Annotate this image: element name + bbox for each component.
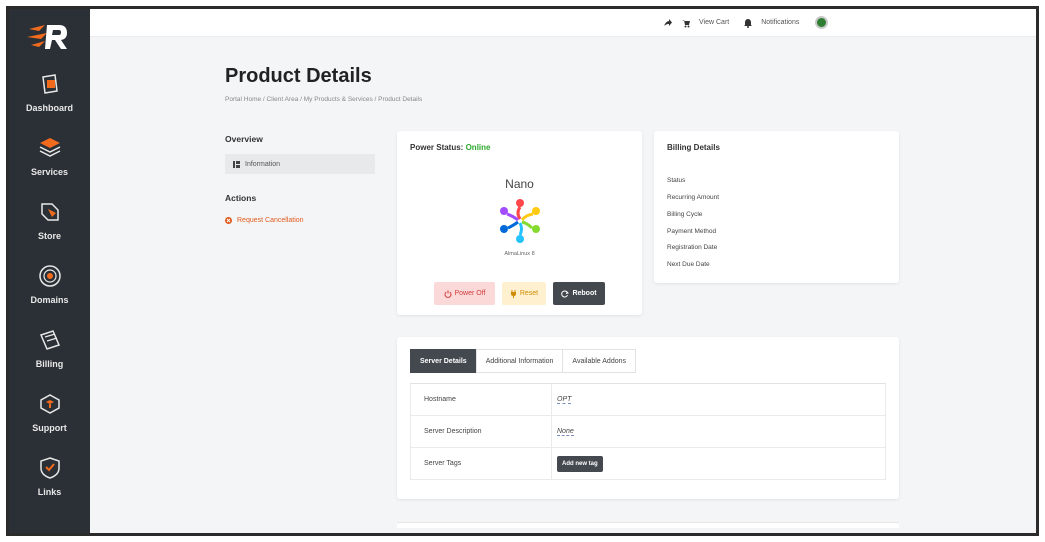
brand-logo[interactable] [25, 17, 73, 57]
links-icon [39, 457, 60, 479]
notifications-link[interactable]: Notifications [761, 19, 799, 26]
billing-row-label: Next Due Date [667, 261, 710, 268]
column-divider [551, 416, 552, 447]
power-status-value: Online [465, 143, 491, 152]
sidebar: Dashboard Services Store Domains Billing… [9, 9, 90, 533]
sidebar-item-label: Dashboard [25, 103, 73, 113]
table-row: Hostname OPT [410, 384, 886, 416]
cart-icon [682, 19, 690, 27]
sidebar-item-support[interactable]: Support [9, 391, 90, 433]
server-description-value[interactable]: None [557, 428, 574, 436]
tab-server-details[interactable]: Server Details [410, 349, 477, 373]
sidebar-item-label: Links [37, 487, 62, 497]
sidebar-item-dashboard[interactable]: Dashboard [9, 71, 90, 113]
sidebar-item-label: Store [37, 231, 61, 241]
server-tags-label: Server Tags [424, 460, 462, 467]
support-icon [39, 394, 60, 414]
sidebar-item-domains[interactable]: Domains [9, 263, 90, 305]
sidebar-item-billing[interactable]: Billing [9, 327, 90, 369]
column-divider [551, 384, 552, 415]
column-divider [551, 448, 552, 479]
reset-button[interactable]: Reset [502, 282, 546, 305]
sidebar-item-label: Domains [30, 295, 69, 305]
services-icon [39, 138, 60, 157]
almalinux-logo-icon [500, 199, 540, 243]
server-description-label: Server Description [424, 428, 482, 435]
top-bar: View Cart Notifications [90, 9, 1036, 37]
billing-row-label: Status [667, 177, 686, 184]
billing-row-label: Recurring Amount [667, 194, 720, 201]
sidebar-item-label: Billing [35, 359, 64, 369]
information-label: Information [245, 160, 281, 168]
sidebar-item-label: Support [32, 423, 67, 433]
next-card-edge [397, 522, 899, 528]
cancel-icon [225, 217, 232, 224]
overview-heading: Overview [225, 134, 263, 144]
reset-label: Reset [519, 290, 539, 297]
domains-icon [38, 265, 61, 287]
main-content: Product Details Portal Home / Client Are… [90, 37, 1036, 533]
power-status-label: Power Status: [410, 143, 464, 152]
bell-icon [744, 18, 753, 28]
plug-icon [510, 289, 516, 298]
view-cart-link[interactable]: View Cart [699, 19, 729, 26]
sidebar-item-links[interactable]: Links [9, 455, 90, 497]
server-details-card: Server Details Additional Information Av… [397, 337, 899, 499]
sidebar-item-store[interactable]: Store [9, 199, 90, 241]
tab-available-addons[interactable]: Available Addons [562, 349, 637, 373]
billing-row-label: Payment Method [667, 228, 717, 235]
plan-name: Nano [505, 177, 534, 191]
table-row: Server Description None [410, 416, 886, 448]
request-cancellation-label: Request Cancellation [237, 217, 304, 224]
tab-additional-information[interactable]: Additional Information [475, 349, 564, 373]
app-window: Dashboard Services Store Domains Billing… [6, 6, 1039, 536]
avatar[interactable] [815, 16, 829, 29]
hostname-label: Hostname [424, 396, 456, 403]
request-cancellation-link[interactable]: Request Cancellation [225, 217, 304, 224]
billing-row-label: Registration Date [667, 244, 718, 251]
os-name: AlmaLinux 8 [504, 251, 535, 257]
page-title: Product Details [225, 65, 372, 87]
sidebar-item-label: Services [30, 167, 69, 177]
top-bar-links: View Cart Notifications [663, 16, 829, 29]
details-tabs: Server Details Additional Information Av… [410, 349, 637, 373]
table-row: Server Tags Add new tag [410, 448, 886, 480]
dashboard-icon [41, 74, 58, 94]
billing-icon [39, 330, 60, 350]
power-off-label: Power Off [454, 290, 486, 297]
server-details-table: Hostname OPT Server Description None Ser… [410, 383, 886, 480]
store-icon [40, 203, 59, 221]
billing-title: Billing Details [667, 143, 720, 152]
power-status: Power Status: Online [410, 143, 490, 152]
hostname-value[interactable]: OPT [557, 396, 572, 404]
actions-heading: Actions [225, 193, 257, 203]
breadcrumb[interactable]: Portal Home / Client Area / My Products … [225, 96, 422, 103]
billing-details-card: Billing Details Status Recurring Amount … [654, 131, 899, 283]
reboot-button[interactable]: Reboot [553, 282, 605, 305]
info-list-icon [233, 160, 240, 168]
power-off-button[interactable]: Power Off [434, 282, 495, 305]
share-icon[interactable] [663, 18, 673, 28]
billing-row-label: Billing Cycle [667, 211, 703, 218]
refresh-icon [561, 290, 570, 297]
power-icon [444, 290, 451, 298]
reboot-label: Reboot [572, 290, 597, 297]
information-link[interactable]: Information [225, 154, 375, 174]
add-new-tag-button[interactable]: Add new tag [557, 456, 603, 472]
power-status-card: Power Status: Online Nano AlmaLinux 8 Po… [397, 131, 642, 315]
sidebar-item-services[interactable]: Services [9, 135, 90, 177]
